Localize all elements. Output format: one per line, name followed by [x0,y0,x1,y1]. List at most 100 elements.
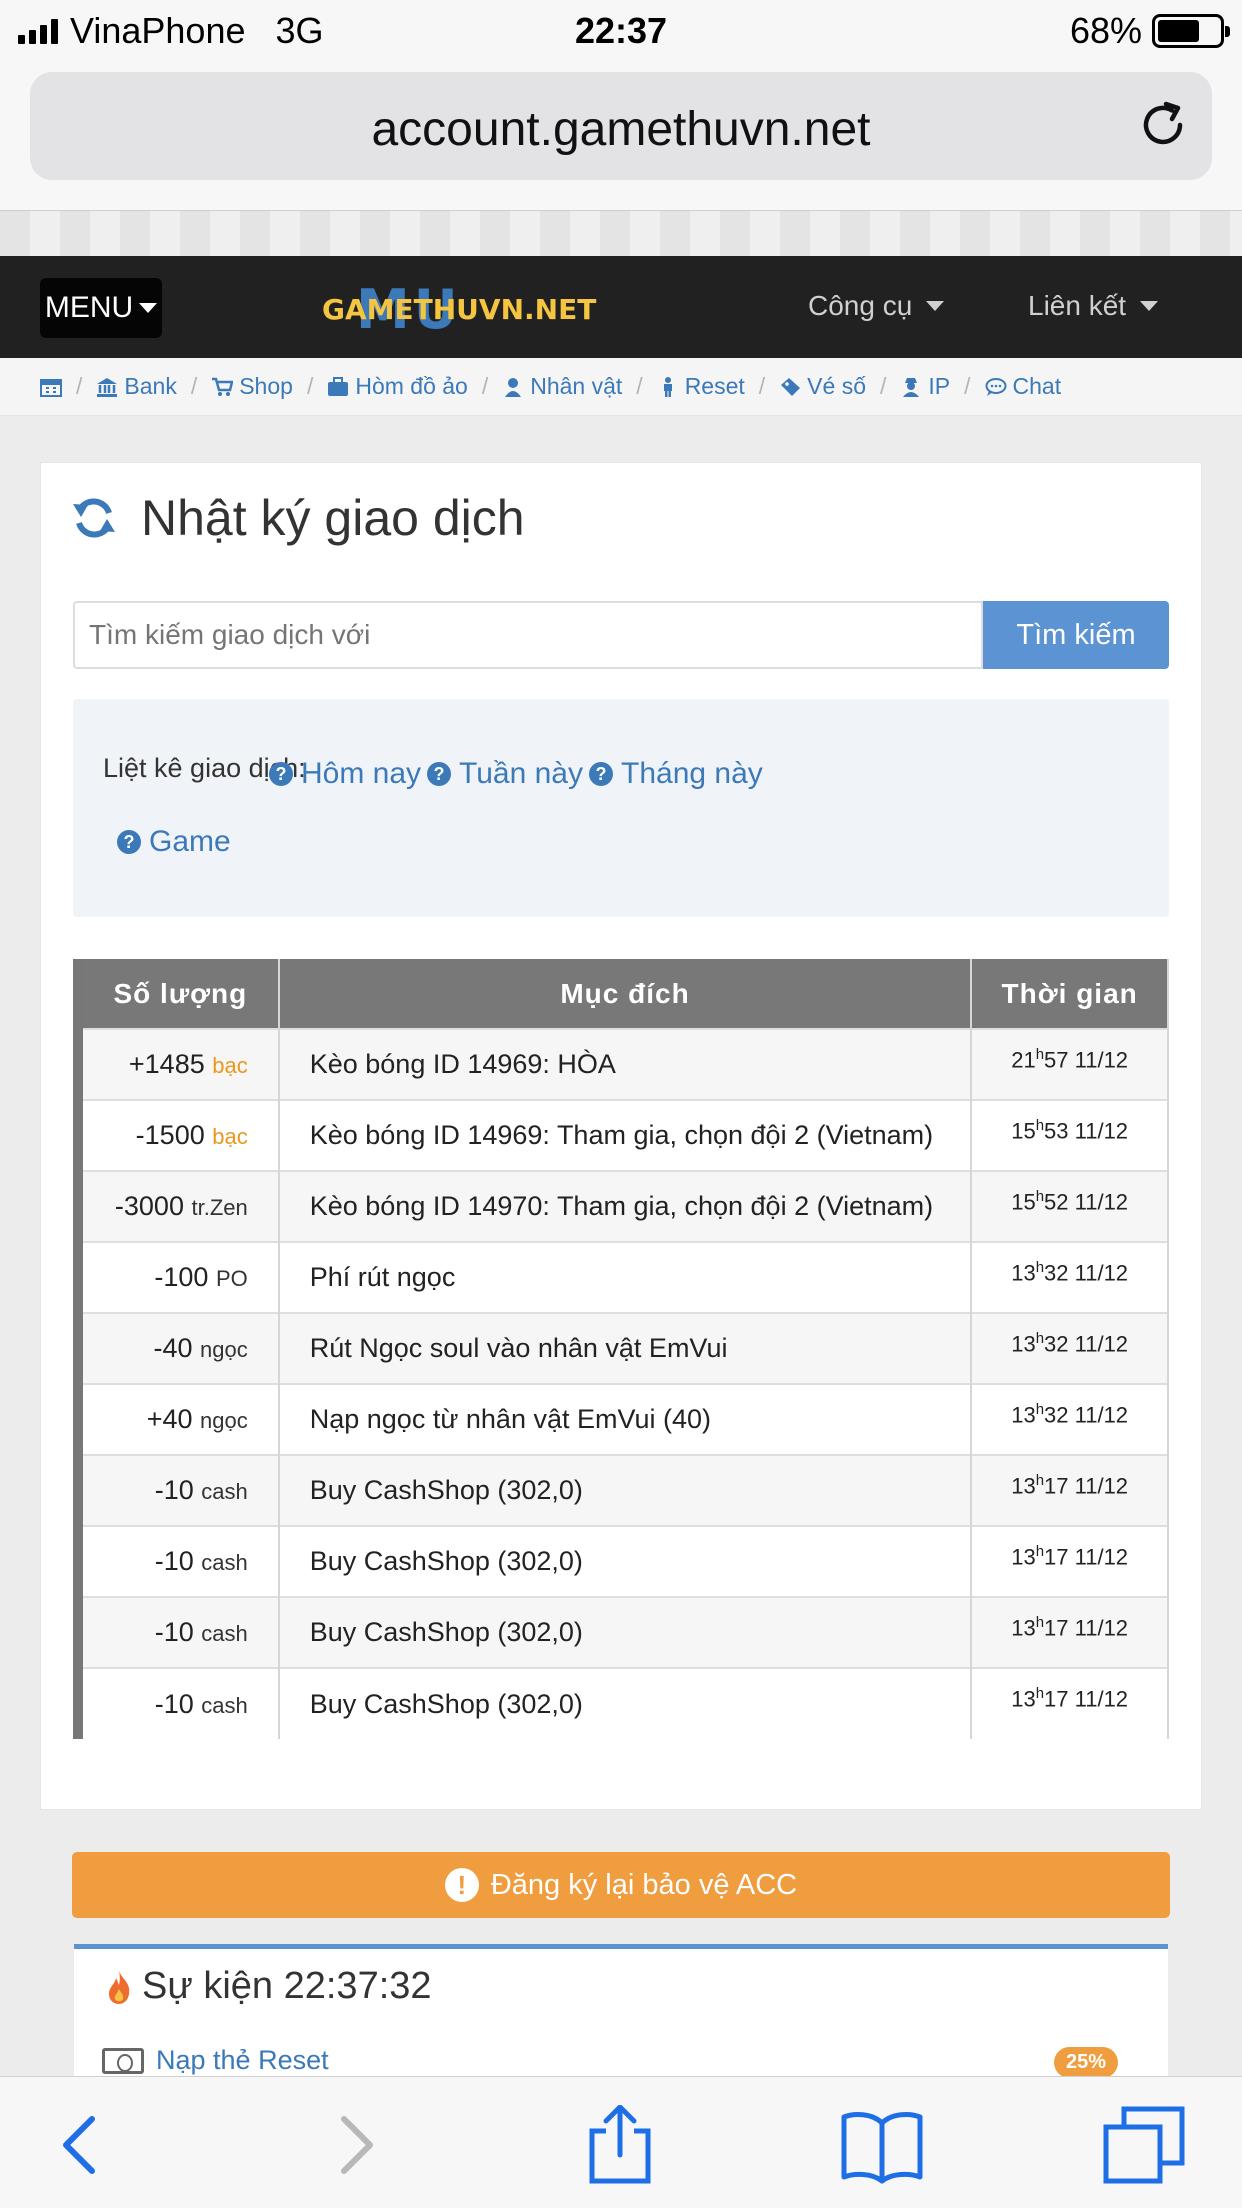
cell-amount: -10 cash [78,1454,280,1526]
filter-game-link[interactable]: ? Game [117,825,231,859]
reload-icon[interactable] [1136,98,1190,152]
crumb-chat[interactable]: Chat [985,373,1062,400]
time-hour-marker: h [1035,1117,1045,1134]
time-rest: 32 11/12 [1044,1402,1129,1428]
cell-amount: -10 cash [78,1667,280,1739]
crumb-shop[interactable]: Shop [211,373,293,400]
cell-amount: -3000 tr.Zen [78,1170,280,1242]
caret-down-icon [139,303,158,313]
bookmarks-icon[interactable] [840,2105,924,2185]
crumb-label: IP [928,373,951,399]
amount-value: -10 [154,1688,194,1719]
status-bar: VinaPhone 3G 22:37 68% [0,0,1242,62]
cell-time: 13h32 11/12 [971,1383,1169,1455]
time-rest: 17 11/12 [1044,1473,1129,1499]
crumb-virtual-chest[interactable]: Hòm đồ ảo [327,373,468,400]
crumb-label: Bank [124,373,177,399]
tools-dropdown[interactable]: Công cụ [808,290,945,322]
menu-button[interactable]: MENU [40,278,162,338]
crumb-reset[interactable]: Reset [657,373,745,400]
search-input[interactable] [73,601,983,669]
battery-icon [1152,14,1230,48]
filter-this-week-link[interactable]: ? Tuần này [427,757,583,791]
cell-purpose: Buy CashShop (302,0) [278,1525,973,1597]
tools-label: Công cụ [808,290,913,321]
address-bar[interactable]: account.gamethuvn.net [30,72,1212,180]
filter-today-link[interactable]: ? Hôm nay [269,757,421,791]
cell-time: 13h17 11/12 [971,1667,1169,1739]
site-logo[interactable]: MU GAMETHUVN.NET [322,282,596,338]
caret-down-icon [1140,301,1159,311]
table-row: +40 ngọc Nạp ngọc từ nhân vật EmVui (40) 1… [78,1383,1169,1455]
crumb-label: Shop [239,373,293,399]
amount-unit: cash [201,1550,248,1575]
question-circle-icon: ? [269,762,293,786]
crumb-lottery[interactable]: Vé số [779,373,866,400]
amount-unit: cash [201,1479,248,1504]
crumb-label: Vé số [807,373,866,399]
browser-address-area: account.gamethuvn.net [0,62,1242,210]
crumb-ip[interactable]: IP [900,373,950,400]
crumb-bank[interactable]: Bank [96,373,177,400]
cell-amount: +1485 bạc [78,1028,280,1100]
amount-value: +40 [146,1404,193,1434]
amount-unit: PO [215,1266,248,1291]
event-title: Sự kiện 22:37:32 [142,1965,432,2007]
cell-amount: -1500 bạc [78,1099,280,1171]
amount-unit: ngọc [200,1337,248,1362]
exclamation-circle-icon: ! [444,1868,479,1902]
cell-purpose: Buy CashShop (302,0) [278,1596,973,1668]
clock: 22:37 [574,10,668,51]
share-icon[interactable] [578,2105,662,2185]
cell-time: 13h32 11/12 [971,1312,1169,1384]
table-row: -10 cash Buy CashShop (302,0) 13h17 11/12 [78,1525,1169,1597]
fire-icon [109,1970,130,2004]
cell-purpose: Kèo bóng ID 14970: Tham gia, chọn đội 2 … [278,1170,973,1242]
cell-purpose: Kèo bóng ID 14969: Tham gia, chọn đội 2 … [278,1099,973,1171]
filter-box: Liệt kê giao dịch: ? Hôm nay ? Tuần này … [73,699,1169,917]
browser-toolbar [0,2076,1242,2208]
column-header-purpose: Mục đích [278,959,973,1029]
transaction-log-panel: Nhật ký giao dịch Tìm kiếm Liệt kê giao … [40,462,1202,1810]
bank-icon [97,377,118,397]
cell-time: 13h17 11/12 [971,1525,1169,1597]
briefcase-icon [328,376,349,396]
user-icon [505,377,522,397]
time-hour: 13 [1011,1402,1036,1428]
cell-amount: +40 ngọc [78,1383,280,1455]
time-hour: 15 [1011,1189,1036,1215]
amount-unit: cash [201,1621,248,1646]
url-text[interactable]: account.gamethuvn.net [30,102,1212,157]
links-label: Liên kết [1028,290,1127,321]
alert-label: Đăng ký lại bảo vệ ACC [490,1868,798,1901]
caret-down-icon [926,301,945,311]
filter-this-month-link[interactable]: ? Tháng này [589,757,763,791]
time-rest: 32 11/12 [1044,1260,1129,1286]
search-button[interactable]: Tìm kiếm [983,601,1169,669]
amount-value: -100 [154,1262,209,1292]
question-circle-icon: ? [427,762,451,786]
time-hour: 13 [1011,1615,1036,1641]
table-header-row: Số lượng Mục đích Thời gian [78,959,1169,1029]
crumb-character[interactable]: Nhân vật [502,373,622,400]
time-rest: 57 11/12 [1044,1047,1129,1073]
cell-amount: -100 PO [78,1241,280,1313]
cell-purpose: Nạp ngọc từ nhân vật EmVui (40) [278,1383,973,1455]
re-register-protection-button[interactable]: ! Đăng ký lại bảo vệ ACC [72,1852,1170,1918]
crumb-calendar[interactable] [40,377,62,397]
crumb-label: Chat [1012,373,1062,399]
cell-amount: -10 cash [78,1596,280,1668]
event-item-topup-reset[interactable]: Nạp thẻ Reset [102,2045,329,2076]
back-icon[interactable] [40,2105,124,2185]
refresh-icon[interactable] [71,495,117,541]
time-rest: 17 11/12 [1044,1686,1129,1712]
cell-amount: -40 ngọc [78,1312,280,1384]
table-row: -100 PO Phí rút ngọc 13h32 11/12 [78,1241,1169,1313]
filter-option-label: Hôm nay [301,757,422,790]
question-circle-icon: ? [117,830,141,854]
forward-icon[interactable] [312,2105,396,2185]
time-hour: 13 [1011,1473,1036,1499]
links-dropdown[interactable]: Liên kết [1028,290,1159,322]
time-hour: 15 [1011,1118,1036,1144]
tabs-icon[interactable] [1102,2105,1186,2185]
